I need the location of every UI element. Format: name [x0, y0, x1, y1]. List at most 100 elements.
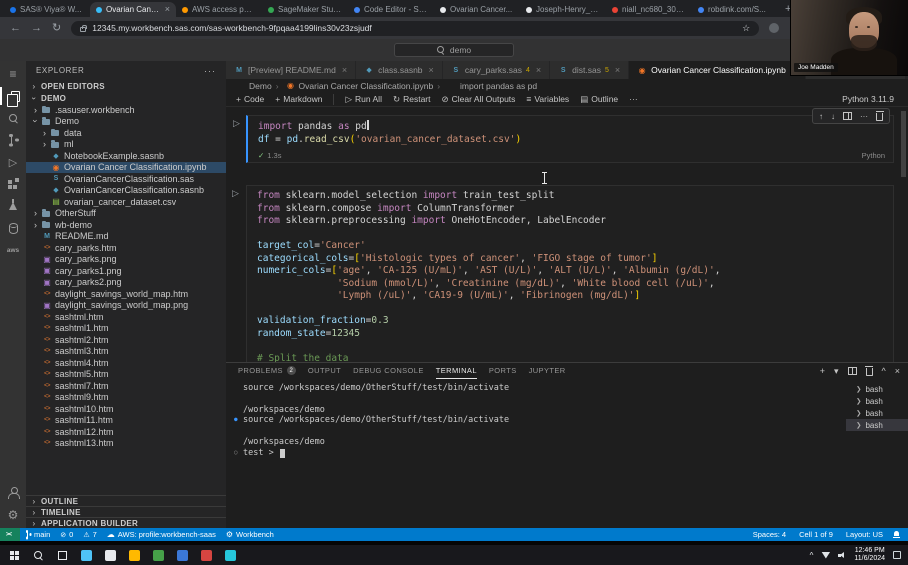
forward-icon[interactable]: →	[31, 22, 42, 34]
workspace-section[interactable]: › DEMO	[26, 92, 226, 104]
terminal-list-item[interactable]: bash	[846, 407, 908, 419]
tree-item[interactable]: daylight_savings_world_map.png	[26, 300, 226, 312]
tree-item[interactable]: OvarianCancerClassification.sasnb	[26, 185, 226, 197]
panel-tab-output[interactable]: OUTPUT	[308, 363, 341, 379]
browser-tab-ovarian[interactable]: Ovarian Cancer...	[434, 2, 520, 17]
panel-tab-jupyter[interactable]: JUPYTER	[529, 363, 566, 379]
notebook-cell-1[interactable]: import pandas as pddf = pd.read_csv('ova…	[246, 115, 894, 163]
notebook-body[interactable]: ↑ ↓ ··· import pandas as pddf = pd.read_…	[226, 107, 908, 362]
tree-item[interactable]: cary_parks2.png	[26, 277, 226, 289]
notifications-bell-icon[interactable]	[888, 528, 908, 541]
tree-item[interactable]: sashtml13.htm	[26, 438, 226, 450]
url-text[interactable]: 12345.my.workbench.sas.com/sas-workbench…	[92, 23, 372, 33]
editor-tab[interactable]: class.sasnb	[356, 61, 443, 79]
explorer-icon[interactable]	[0, 85, 26, 107]
new-terminal-icon[interactable]: +	[820, 366, 825, 376]
command-center-search[interactable]: demo	[394, 43, 514, 57]
terminal-list-item-active[interactable]: bash	[846, 419, 908, 431]
browser-tab-active[interactable]: Ovarian Cancer I...	[90, 2, 176, 17]
kernel-picker[interactable]: Python 3.11.9	[842, 94, 908, 104]
editor-tab-active[interactable]: Ovarian Cancer Classification.ipynb	[629, 61, 807, 79]
tree-item[interactable]: sashtml4.htm	[26, 357, 226, 369]
maximize-panel-icon[interactable]: ^	[882, 366, 886, 376]
taskbar-app-vscode[interactable]	[218, 545, 242, 565]
terminal-list-item[interactable]: bash	[846, 395, 908, 407]
sidebar-more-icon[interactable]: ···	[204, 66, 216, 76]
run-all-button[interactable]: ▷ Run All	[333, 93, 382, 105]
testing-icon[interactable]	[0, 195, 26, 217]
delete-cell-icon[interactable]	[875, 111, 884, 121]
account-icon[interactable]	[0, 482, 26, 504]
taskbar-app-outlook[interactable]	[170, 545, 194, 565]
source-control-icon[interactable]	[0, 129, 26, 151]
tree-item[interactable]: › wb-demo	[26, 219, 226, 231]
taskbar-app-excel[interactable]	[146, 545, 170, 565]
tray-expand-icon[interactable]: ^	[810, 551, 814, 560]
add-markdown-cell-button[interactable]: + Markdown	[275, 94, 322, 104]
browser-tab-sas-viya[interactable]: SAS® Viya® W...	[4, 2, 90, 17]
add-code-cell-button[interactable]: + Code	[236, 94, 264, 104]
run-cell-icon[interactable]	[232, 188, 239, 199]
spaces-indicator[interactable]: Spaces: 4	[745, 528, 791, 541]
tree-item[interactable]: README.md	[26, 231, 226, 243]
keyboard-layout-indicator[interactable]: Layout: US	[838, 528, 888, 541]
notification-center-icon[interactable]	[893, 551, 901, 559]
taskbar-app-edge[interactable]	[74, 545, 98, 565]
tree-item[interactable]: cary_parks.png	[26, 254, 226, 266]
tree-item[interactable]: sashtml.htm	[26, 311, 226, 323]
network-icon[interactable]	[821, 551, 831, 559]
tree-item[interactable]: › .sasuser.workbench	[26, 104, 226, 116]
tab-close-icon[interactable]	[615, 65, 620, 75]
tree-item[interactable]: cary_parks1.png	[26, 265, 226, 277]
terminal-dropdown-icon[interactable]: ▾	[834, 366, 839, 377]
tree-item[interactable]: ovarian_cancer_dataset.csv	[26, 196, 226, 208]
aws-profile-status[interactable]: AWS: profile:workbench-saas	[102, 528, 221, 541]
editor-tab[interactable]: [Preview] README.md	[226, 61, 357, 79]
menu-icon[interactable]	[0, 63, 26, 85]
split-cell-icon[interactable]	[843, 112, 852, 120]
cell-code-editor[interactable]: import pandas as pd df = pd.read_csv('ova…	[248, 116, 893, 148]
tree-item[interactable]: sashtml7.htm	[26, 380, 226, 392]
git-branch-status[interactable]: main	[20, 528, 55, 541]
tree-item[interactable]: OvarianCancerClassification.sas	[26, 173, 226, 185]
breadcrumb-item[interactable]: import pandas as pd	[433, 81, 537, 91]
tree-item[interactable]: daylight_savings_world_map.htm	[26, 288, 226, 300]
taskbar-app-chrome[interactable]	[98, 545, 122, 565]
breadcrumb-item[interactable]: Ovarian Cancer Classification.ipynb	[272, 81, 434, 91]
notebook-cell-2[interactable]: from sklearn.model_selection import trai…	[246, 185, 894, 362]
cell-more-actions-icon[interactable]: ···	[860, 112, 868, 121]
tree-item[interactable]: sashtml3.htm	[26, 346, 226, 358]
panel-tab-terminal[interactable]: TERMINAL	[435, 363, 477, 379]
browser-tab-robdink[interactable]: robdink.com/S...	[692, 2, 778, 17]
terminal-list-item[interactable]: bash	[846, 383, 908, 395]
cell-indicator[interactable]: Cell 1 of 9	[791, 528, 838, 541]
reload-icon[interactable]: ↻	[52, 22, 61, 34]
tree-item[interactable]: sashtml12.htm	[26, 426, 226, 438]
database-icon[interactable]	[0, 217, 26, 239]
panel-tab-ports[interactable]: PORTS	[489, 363, 517, 379]
errors-status[interactable]: 0	[55, 528, 78, 541]
tab-close-icon[interactable]	[342, 65, 347, 75]
run-debug-icon[interactable]	[0, 151, 26, 173]
breadcrumb-item[interactable]: Demo	[236, 81, 272, 91]
browser-profile-avatar[interactable]	[769, 23, 780, 33]
taskbar-app-file-explorer[interactable]	[122, 545, 146, 565]
task-view-button[interactable]	[50, 545, 74, 565]
open-editors-section[interactable]: › OPEN EDITORS	[26, 80, 226, 92]
tree-item-selected[interactable]: Ovarian Cancer Classification.ipynb	[26, 161, 226, 173]
tree-item[interactable]: sashtml5.htm	[26, 369, 226, 381]
more-actions-button[interactable]: ···	[629, 94, 641, 104]
terminal[interactable]: source /workspaces/demo/OtherStuff/test/…	[226, 379, 846, 528]
tree-item[interactable]: sashtml10.htm	[26, 403, 226, 415]
close-panel-icon[interactable]: ×	[895, 366, 900, 376]
tab-close-icon[interactable]	[536, 65, 541, 75]
workbench-status[interactable]: Workbench	[221, 528, 279, 541]
search-icon[interactable]	[0, 107, 26, 129]
kill-terminal-icon[interactable]	[865, 366, 873, 376]
move-cell-down-icon[interactable]: ↓	[831, 112, 835, 121]
remote-indicator[interactable]	[0, 528, 21, 541]
outline-section[interactable]: › OUTLINE	[26, 495, 226, 506]
timeline-section[interactable]: › TIMELINE	[26, 506, 226, 517]
tree-item[interactable]: › ml	[26, 139, 226, 151]
browser-tab-joseph[interactable]: Joseph-Henry_s...	[520, 2, 606, 17]
